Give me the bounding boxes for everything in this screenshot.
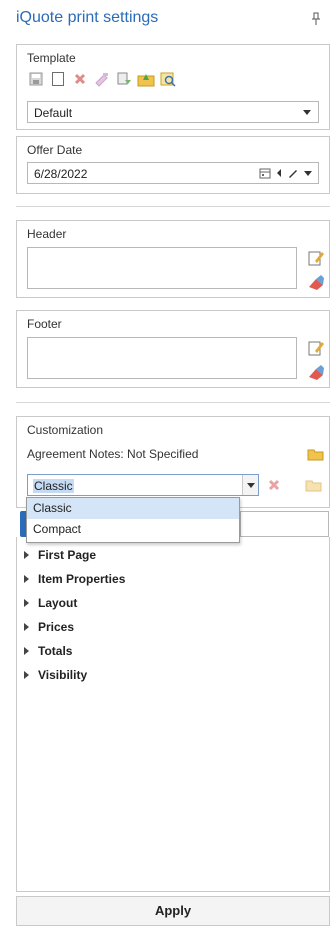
template-select-value: Default (34, 106, 73, 120)
folder-disabled-icon[interactable] (305, 477, 323, 493)
tree-item-item-properties[interactable]: Item Properties (20, 567, 125, 591)
pin-icon[interactable] (311, 12, 321, 26)
rename-icon[interactable] (93, 70, 111, 88)
expand-arrow-icon[interactable] (20, 599, 32, 607)
chevron-down-icon (247, 483, 255, 488)
properties-tree: First Page Item Properties Layout Prices… (20, 543, 125, 687)
edit-header-icon[interactable] (307, 249, 325, 267)
tree-item-prices[interactable]: Prices (20, 615, 125, 639)
tree-item-layout[interactable]: Layout (20, 591, 125, 615)
edit-footer-icon[interactable] (307, 339, 325, 357)
save-icon[interactable] (27, 70, 45, 88)
dropdown-button[interactable] (242, 475, 258, 495)
tree-item-label: Visibility (38, 668, 88, 682)
clear-header-icon[interactable] (307, 273, 325, 291)
tree-item-label: Item Properties (38, 572, 126, 586)
tree-item-label: Prices (38, 620, 75, 634)
agreement-notes-label: Agreement Notes: Not Specified (27, 447, 199, 461)
header-group: Header (16, 220, 330, 298)
expand-arrow-icon[interactable] (20, 623, 32, 631)
template-select[interactable]: Default (27, 101, 319, 123)
footer-label: Footer (27, 317, 62, 331)
export-icon[interactable] (159, 70, 177, 88)
template-label: Template (27, 51, 76, 65)
tree-item-label: Layout (38, 596, 78, 610)
offer-date-group: Offer Date 6/28/2022 (16, 136, 330, 194)
footer-textarea[interactable] (27, 337, 297, 379)
clear-selection-icon[interactable] (267, 478, 281, 492)
new-icon[interactable] (49, 70, 67, 88)
properties-search-input[interactable] (240, 511, 329, 537)
offer-date-label: Offer Date (27, 143, 83, 157)
expand-arrow-icon[interactable] (20, 671, 32, 679)
apply-button[interactable]: Apply (16, 896, 330, 926)
header-label: Header (27, 227, 67, 241)
offer-date-value: 6/28/2022 (34, 167, 88, 181)
separator (16, 402, 330, 403)
edit-icon[interactable] (287, 167, 299, 179)
tree-item-visibility[interactable]: Visibility (20, 663, 125, 687)
footer-group: Footer (16, 310, 330, 388)
tree-item-totals[interactable]: Totals (20, 639, 125, 663)
dropdown-option-compact[interactable]: Compact (27, 519, 239, 540)
offer-date-field[interactable]: 6/28/2022 (27, 162, 319, 184)
chevron-down-icon[interactable] (304, 170, 312, 176)
panel-title: iQuote print settings (16, 9, 159, 26)
customization-label: Customization (27, 423, 104, 437)
chevron-left-icon[interactable] (276, 169, 282, 177)
chevron-down-icon (303, 110, 311, 115)
dropdown-option-classic[interactable]: Classic (27, 498, 239, 519)
layout-dropdown-list: Classic Compact (26, 497, 240, 543)
customization-group: Customization Agreement Notes: Not Speci… (16, 416, 330, 508)
open-folder-icon[interactable] (307, 445, 325, 463)
layout-select[interactable]: Classic (27, 474, 259, 496)
tree-item-label: Totals (38, 644, 73, 658)
tree-item-label: First Page (38, 548, 97, 562)
header-textarea[interactable] (27, 247, 297, 289)
expand-arrow-icon[interactable] (20, 647, 32, 655)
separator (16, 206, 330, 207)
copy-icon[interactable] (115, 70, 133, 88)
calendar-icon[interactable] (259, 167, 271, 179)
layout-select-value: Classic (33, 479, 74, 493)
expand-arrow-icon[interactable] (20, 551, 32, 559)
clear-footer-icon[interactable] (307, 363, 325, 381)
tree-item-first-page[interactable]: First Page (20, 543, 125, 567)
expand-arrow-icon[interactable] (20, 575, 32, 583)
import-icon[interactable] (137, 70, 155, 88)
template-toolbar (27, 70, 177, 88)
delete-icon[interactable] (71, 70, 89, 88)
template-group: Template Default (16, 44, 330, 130)
